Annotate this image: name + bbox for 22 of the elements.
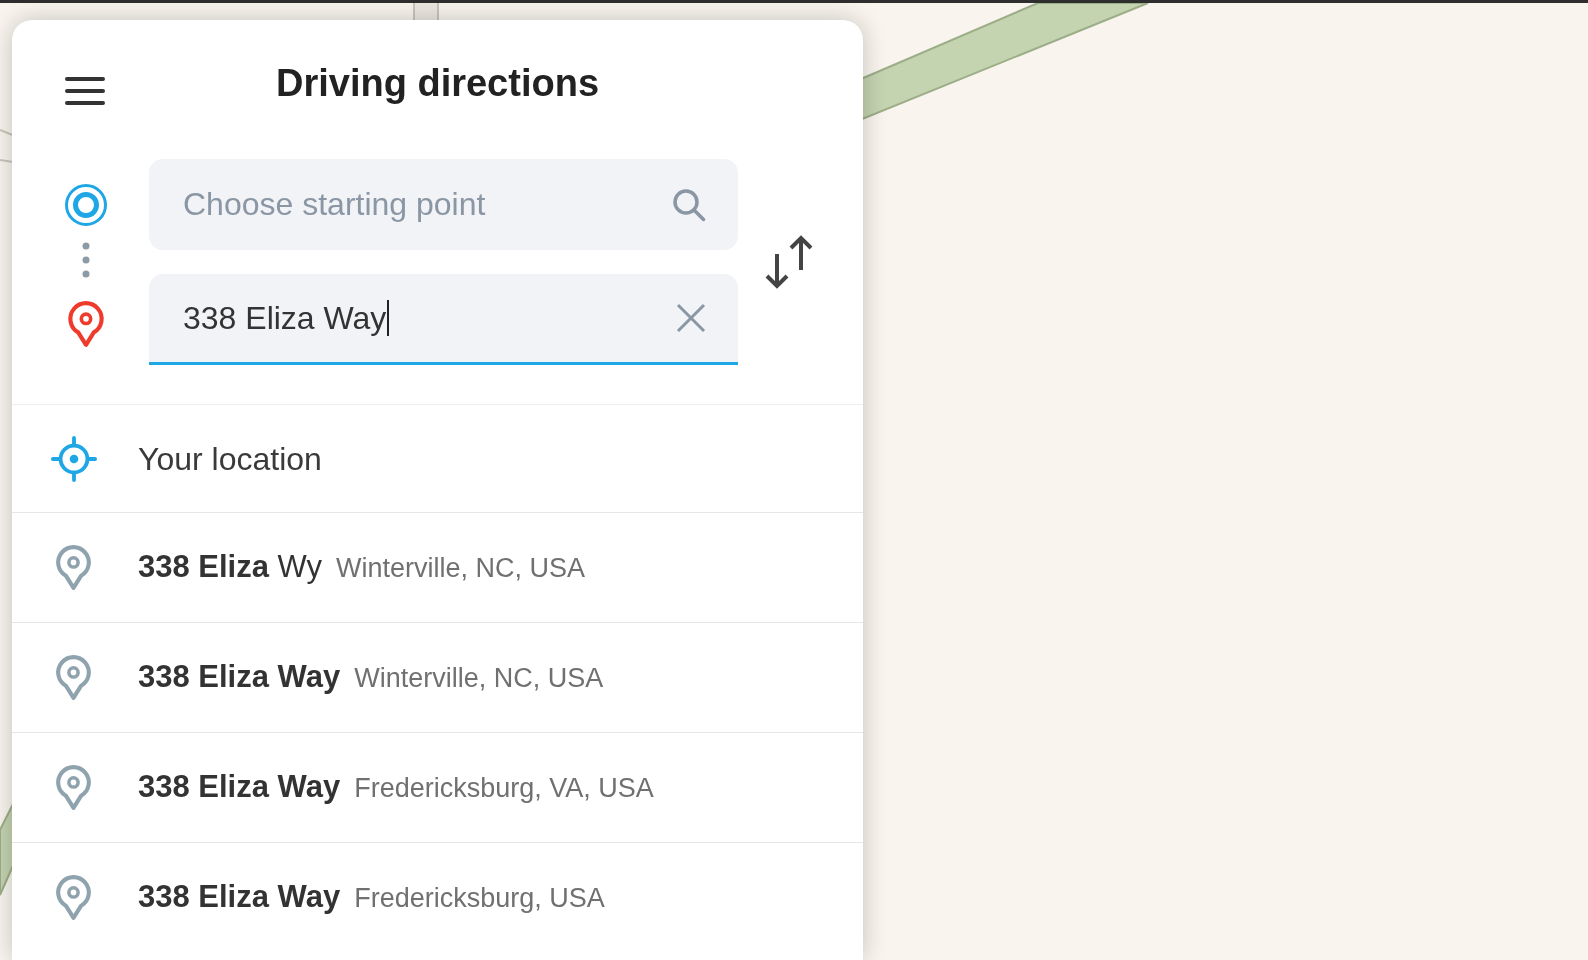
text-cursor [387,300,390,336]
clear-button[interactable] [676,303,706,333]
ring-icon [65,184,107,226]
dots-icon [82,242,90,278]
address-suggestion-item[interactable]: 338 Eliza Way Fredericksburg, USA [12,842,863,952]
crosshair-icon [51,435,97,482]
swap-arrows-icon [763,234,815,290]
pin-icon [53,543,94,592]
address-suggestion-item[interactable]: 338 Eliza Wy Winterville, NC, USA [12,512,863,622]
destination-field[interactable]: 338 Eliza Way [149,274,738,365]
pin-icon [53,653,94,702]
panel-title: Driving directions [275,61,600,106]
close-icon [676,303,706,333]
current-location-item[interactable]: Your location [12,404,863,512]
pin-icon [65,299,107,349]
swap-button[interactable] [763,234,815,290]
address-suggestion-item[interactable]: 338 Eliza Way Fredericksburg, VA, USA [12,732,863,842]
pin-icon [53,763,94,812]
pin-icon [53,873,94,922]
address-suggestion-item[interactable]: 338 Eliza Way Winterville, NC, USA [12,622,863,732]
search-icon [672,187,706,222]
start-point-field[interactable]: Choose starting point [149,159,738,250]
